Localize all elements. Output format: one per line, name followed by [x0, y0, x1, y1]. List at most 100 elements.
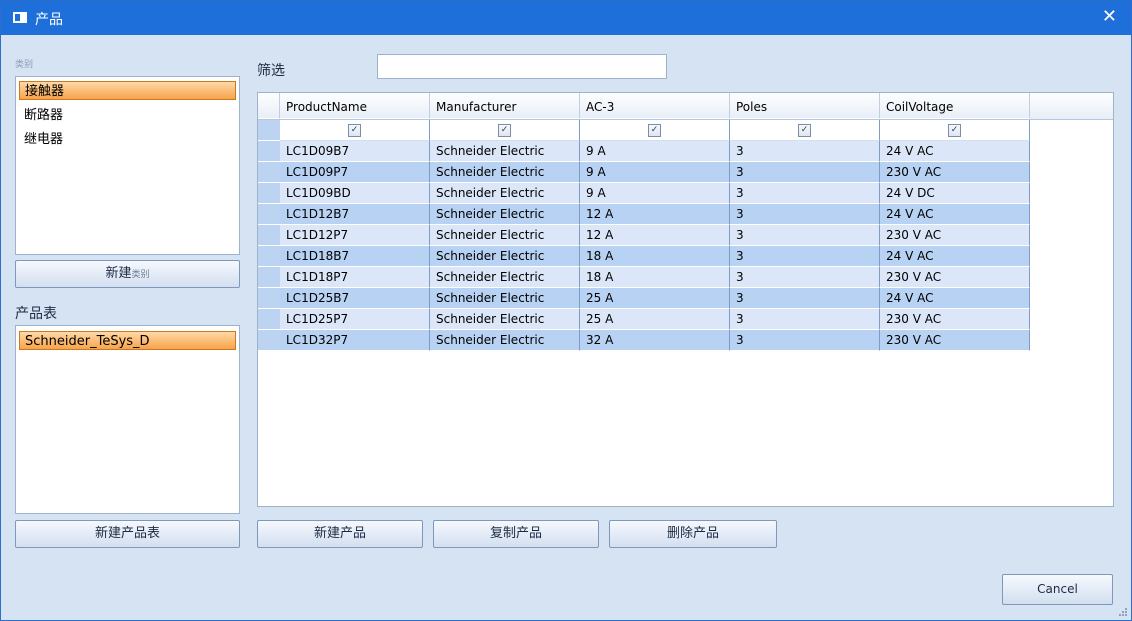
cell-productname[interactable]: LC1D09B7 — [280, 141, 430, 162]
row-header[interactable] — [258, 141, 280, 162]
cell-ac3[interactable]: 18 A — [580, 246, 730, 267]
cell-manufacturer[interactable]: Schneider Electric — [430, 141, 580, 162]
table-row[interactable]: LC1D09P7 Schneider Electric 9 A 3 230 V AC — [258, 162, 1030, 183]
product-table-list[interactable]: Schneider_TeSys_D — [15, 325, 240, 514]
cell-productname[interactable]: LC1D12B7 — [280, 204, 430, 225]
table-row[interactable]: LC1D12P7 Schneider Electric 12 A 3 230 V AC — [258, 225, 1030, 246]
cell-poles[interactable]: 3 — [730, 183, 880, 204]
column-header-coilvoltage[interactable]: CoilVoltage — [880, 93, 1030, 119]
new-product-button[interactable]: 新建产品 — [257, 520, 423, 548]
row-header[interactable] — [258, 267, 280, 288]
column-header-ac3[interactable]: AC-3 — [580, 93, 730, 119]
row-header[interactable] — [258, 246, 280, 267]
row-header[interactable] — [258, 183, 280, 204]
cell-coilvoltage[interactable]: 24 V AC — [880, 204, 1030, 225]
cell-poles[interactable]: 3 — [730, 162, 880, 183]
table-row[interactable]: LC1D09B7 Schneider Electric 9 A 3 24 V AC — [258, 141, 1030, 162]
cancel-button[interactable]: Cancel — [1002, 574, 1113, 605]
cell-coilvoltage[interactable]: 24 V AC — [880, 246, 1030, 267]
cell-poles[interactable]: 3 — [730, 309, 880, 330]
cell-coilvoltage[interactable]: 24 V AC — [880, 288, 1030, 309]
category-item-breaker[interactable]: 断路器 — [19, 106, 236, 125]
cell-ac3[interactable]: 12 A — [580, 225, 730, 246]
cell-ac3[interactable]: 18 A — [580, 267, 730, 288]
column-header-manufacturer[interactable]: Manufacturer — [430, 93, 580, 119]
resize-grip-icon[interactable] — [1118, 607, 1128, 617]
grid-corner — [258, 93, 280, 119]
cell-manufacturer[interactable]: Schneider Electric — [430, 246, 580, 267]
cell-manufacturer[interactable]: Schneider Electric — [430, 204, 580, 225]
cell-productname[interactable]: LC1D09BD — [280, 183, 430, 204]
filter-row: ✓ ✓ ✓ ✓ ✓ — [258, 120, 1030, 141]
column-header-poles[interactable]: Poles — [730, 93, 880, 119]
cell-productname[interactable]: LC1D09P7 — [280, 162, 430, 183]
cell-ac3[interactable]: 25 A — [580, 288, 730, 309]
cell-manufacturer[interactable]: Schneider Electric — [430, 309, 580, 330]
cell-poles[interactable]: 3 — [730, 288, 880, 309]
new-product-table-button[interactable]: 新建产品表 — [15, 520, 240, 548]
cell-poles[interactable]: 3 — [730, 330, 880, 351]
cell-productname[interactable]: LC1D12P7 — [280, 225, 430, 246]
cell-manufacturer[interactable]: Schneider Electric — [430, 330, 580, 351]
cell-ac3[interactable]: 9 A — [580, 162, 730, 183]
cell-coilvoltage[interactable]: 230 V AC — [880, 162, 1030, 183]
cell-ac3[interactable]: 25 A — [580, 309, 730, 330]
cell-coilvoltage[interactable]: 230 V AC — [880, 225, 1030, 246]
row-header[interactable] — [258, 309, 280, 330]
cell-manufacturer[interactable]: Schneider Electric — [430, 162, 580, 183]
cell-poles[interactable]: 3 — [730, 246, 880, 267]
grid-header: ProductName Manufacturer AC-3 Poles Coil… — [258, 93, 1113, 120]
column-visible-checkbox[interactable]: ✓ — [948, 124, 961, 137]
category-list[interactable]: 接触器 断路器 继电器 — [15, 76, 240, 255]
cell-ac3[interactable]: 32 A — [580, 330, 730, 351]
cell-poles[interactable]: 3 — [730, 267, 880, 288]
cell-ac3[interactable]: 12 A — [580, 204, 730, 225]
table-row[interactable]: LC1D25B7 Schneider Electric 25 A 3 24 V AC — [258, 288, 1030, 309]
cell-productname[interactable]: LC1D32P7 — [280, 330, 430, 351]
cell-ac3[interactable]: 9 A — [580, 141, 730, 162]
table-row[interactable]: LC1D25P7 Schneider Electric 25 A 3 230 V AC — [258, 309, 1030, 330]
close-icon[interactable]: ✕ — [1102, 7, 1117, 27]
column-visible-checkbox[interactable]: ✓ — [498, 124, 511, 137]
column-visible-checkbox[interactable]: ✓ — [648, 124, 661, 137]
table-row[interactable]: LC1D09BD Schneider Electric 9 A 3 24 V DC — [258, 183, 1030, 204]
cell-manufacturer[interactable]: Schneider Electric — [430, 267, 580, 288]
cell-poles[interactable]: 3 — [730, 225, 880, 246]
row-header[interactable] — [258, 288, 280, 309]
cell-coilvoltage[interactable]: 230 V AC — [880, 309, 1030, 330]
cell-ac3[interactable]: 9 A — [580, 183, 730, 204]
filter-input[interactable] — [377, 54, 667, 79]
copy-product-button[interactable]: 复制产品 — [433, 520, 599, 548]
cell-poles[interactable]: 3 — [730, 204, 880, 225]
column-visible-checkbox[interactable]: ✓ — [348, 124, 361, 137]
column-visible-checkbox[interactable]: ✓ — [798, 124, 811, 137]
cell-manufacturer[interactable]: Schneider Electric — [430, 183, 580, 204]
cell-productname[interactable]: LC1D25P7 — [280, 309, 430, 330]
cell-coilvoltage[interactable]: 24 V AC — [880, 141, 1030, 162]
table-row[interactable]: LC1D18P7 Schneider Electric 18 A 3 230 V AC — [258, 267, 1030, 288]
category-item-relay[interactable]: 继电器 — [19, 130, 236, 149]
row-header[interactable] — [258, 162, 280, 183]
cell-coilvoltage[interactable]: 230 V AC — [880, 267, 1030, 288]
cell-manufacturer[interactable]: Schneider Electric — [430, 288, 580, 309]
row-header[interactable] — [258, 330, 280, 351]
table-row[interactable]: LC1D32P7 Schneider Electric 32 A 3 230 V AC — [258, 330, 1030, 351]
title-bar: 产品 ✕ — [1, 1, 1131, 35]
cell-manufacturer[interactable]: Schneider Electric — [430, 225, 580, 246]
table-row[interactable]: LC1D12B7 Schneider Electric 12 A 3 24 V AC — [258, 204, 1030, 225]
cell-productname[interactable]: LC1D18P7 — [280, 267, 430, 288]
cell-coilvoltage[interactable]: 24 V DC — [880, 183, 1030, 204]
table-row[interactable]: LC1D18B7 Schneider Electric 18 A 3 24 V AC — [258, 246, 1030, 267]
product-table-item[interactable]: Schneider_TeSys_D — [19, 331, 236, 350]
delete-product-button[interactable]: 删除产品 — [609, 520, 777, 548]
category-item-contactor[interactable]: 接触器 — [19, 81, 236, 100]
row-header[interactable] — [258, 204, 280, 225]
row-header[interactable] — [258, 225, 280, 246]
column-header-productname[interactable]: ProductName — [280, 93, 430, 119]
cell-productname[interactable]: LC1D25B7 — [280, 288, 430, 309]
new-category-button[interactable]: 新建类别 — [15, 260, 240, 288]
cell-productname[interactable]: LC1D18B7 — [280, 246, 430, 267]
window-title: 产品 — [35, 12, 63, 28]
cell-poles[interactable]: 3 — [730, 141, 880, 162]
cell-coilvoltage[interactable]: 230 V AC — [880, 330, 1030, 351]
